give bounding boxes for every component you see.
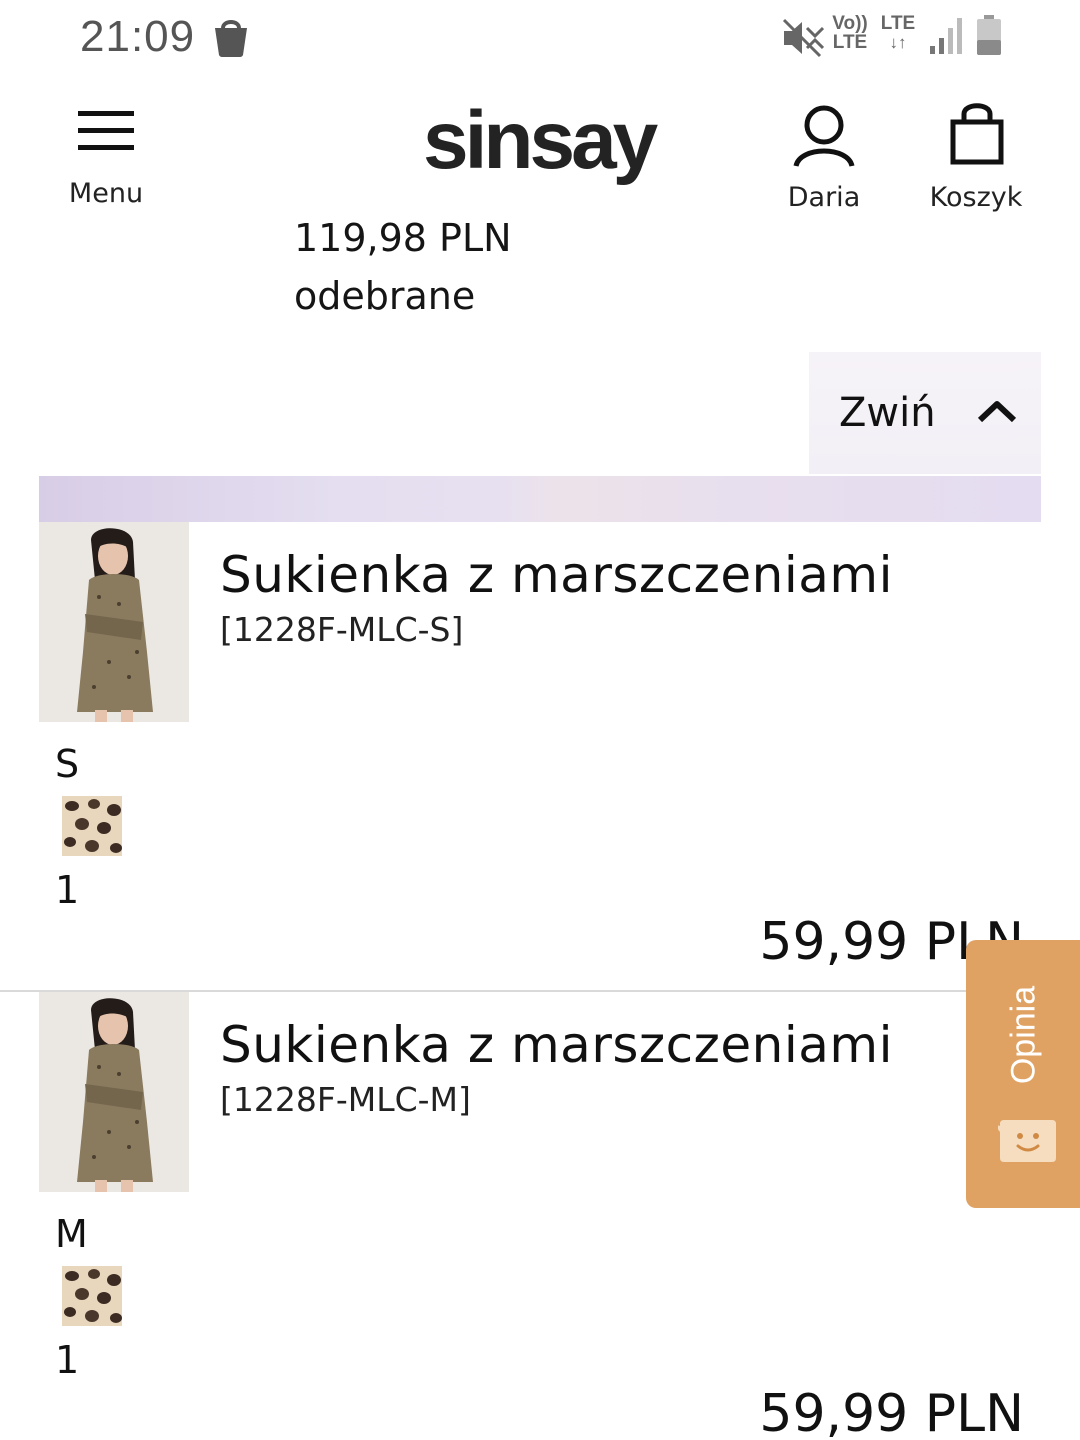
color-swatch [62,796,122,856]
feedback-label: Opinia [1004,985,1043,1085]
cart-button[interactable]: Koszyk [918,98,1034,213]
feedback-tab[interactable]: Opinia [966,940,1080,1208]
product-image[interactable] [39,992,189,1192]
product-sku: [1228F-MLC-S] [220,610,464,649]
product-quantity: 1 [55,1338,80,1382]
shopping-bag-icon [212,16,250,62]
color-swatch [62,1266,122,1326]
product-name[interactable]: Sukienka z marszczeniami [220,1016,893,1074]
bag-icon [948,100,1006,170]
volte-line2: LTE [832,32,868,53]
user-icon [792,104,856,172]
order-details-page: 21:09 Vo)) LTE LTE ↓↑ Menu sinsay Daria … [0,0,1080,1440]
smile-chat-icon [994,1118,1058,1168]
feedback-label-wrap: Opinia [1004,970,1044,1100]
site-header: Menu sinsay Daria Koszyk [0,88,1080,213]
chevron-up-icon [977,398,1017,428]
account-label: Daria [787,182,861,213]
account-button[interactable]: Daria [774,102,874,213]
product-quantity: 1 [55,868,80,912]
menu-button[interactable]: Menu [56,102,156,209]
order-total: 119,98 PLN [294,216,512,260]
status-bar: 21:09 Vo)) LTE LTE ↓↑ [0,0,1080,76]
order-status: odebrane [294,274,476,318]
battery-icon [975,14,1003,60]
sinsay-logo[interactable]: sinsay [423,94,658,188]
promo-banner-strip [39,476,1041,522]
product-sku: [1228F-MLC-M] [220,1080,471,1119]
order-item: Sukienka z marszczeniami [1228F-MLC-M] M… [0,990,1080,1440]
status-time: 21:09 [80,12,196,61]
product-size: M [55,1212,88,1256]
hamburger-icon [78,108,134,156]
product-name[interactable]: Sukienka z marszczeniami [220,546,893,604]
mute-icon [782,18,825,62]
menu-label: Menu [68,178,144,209]
product-size: S [55,742,80,786]
collapse-label: Zwiń [839,390,936,436]
signal-icon [928,16,964,60]
product-image[interactable] [39,522,189,722]
product-price: 59,99 PLN [759,1384,1024,1440]
lte-arrows: ↓↑ [889,33,907,52]
order-item: Sukienka z marszczeniami [1228F-MLC-S] S… [0,522,1080,992]
collapse-button[interactable]: Zwiń [809,352,1041,474]
volte-indicator: Vo)) LTE [830,14,870,52]
lte-indicator: LTE ↓↑ [878,14,918,52]
cart-label: Koszyk [929,182,1023,213]
lte-label: LTE [880,13,916,34]
volte-line1: Vo)) [832,13,868,34]
